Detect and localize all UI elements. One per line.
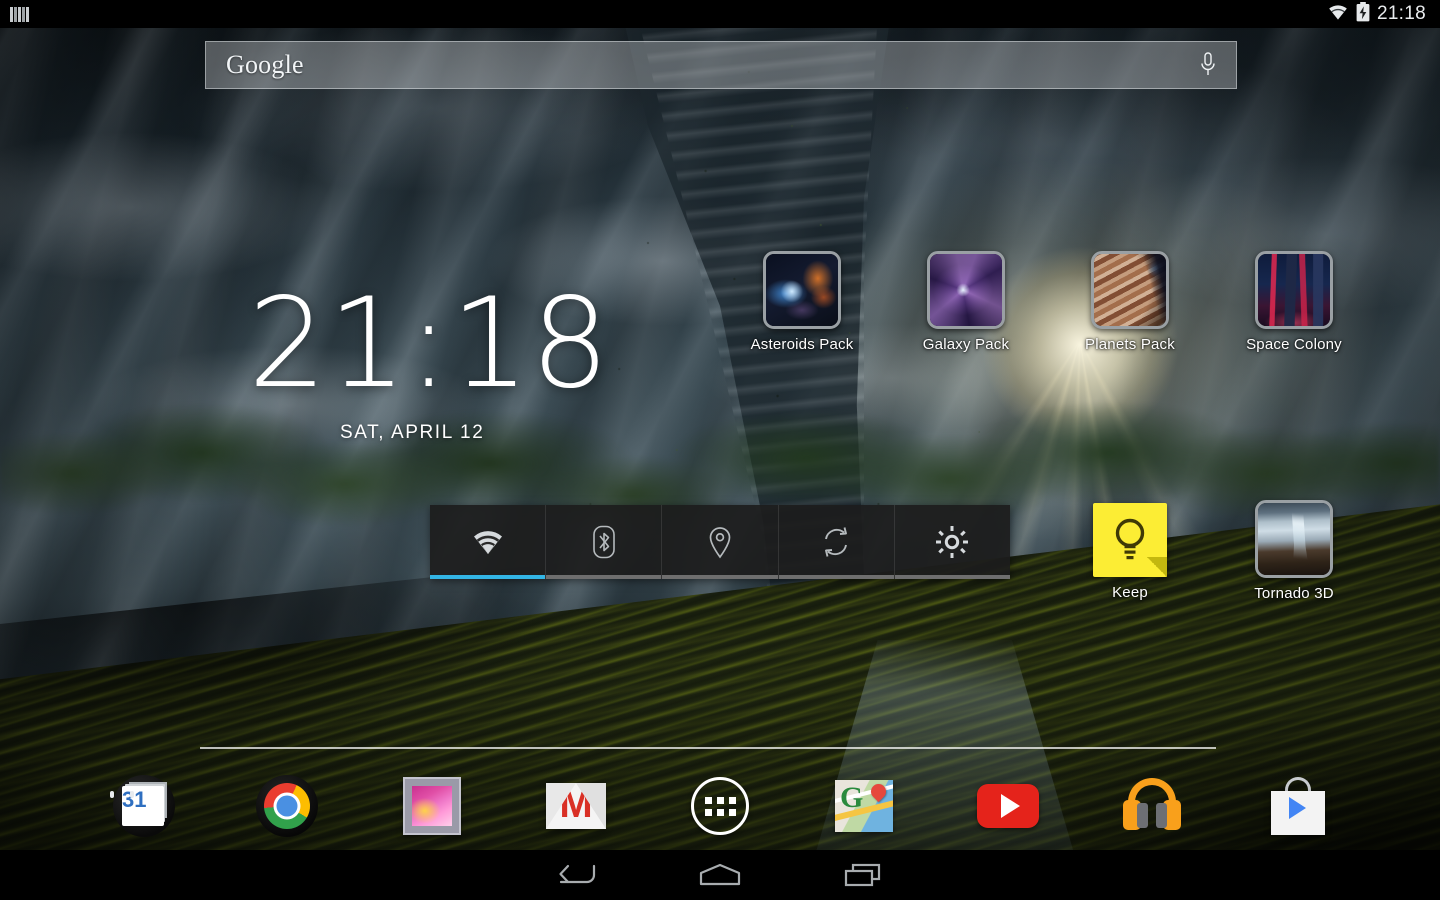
home-icon-galaxy-pack[interactable]: Galaxy Pack	[896, 251, 1036, 353]
dock: 31 M G	[0, 762, 1440, 850]
back-icon	[559, 864, 596, 884]
dock-calendar[interactable]: 31	[108, 770, 180, 842]
nav-back-button[interactable]	[531, 850, 621, 900]
dock-music[interactable]	[1116, 770, 1188, 842]
dock-youtube[interactable]	[972, 770, 1044, 842]
toggle-indicator	[778, 575, 894, 579]
clock-widget-time: 21:18	[248, 272, 611, 416]
recents-icon	[844, 863, 881, 887]
toggle-indicator	[894, 575, 1011, 579]
galaxy-pack-icon	[927, 251, 1005, 329]
wifi-icon	[1327, 3, 1349, 25]
home-icon	[699, 863, 741, 886]
home-icon-asteroids-pack[interactable]: Asteroids Pack	[732, 251, 872, 353]
microphone-icon[interactable]	[1200, 52, 1236, 78]
keep-icon	[1093, 503, 1167, 577]
nav-home-button[interactable]	[675, 850, 765, 900]
toggle-indicator	[546, 575, 662, 579]
home-icon-label: Galaxy Pack	[922, 336, 1010, 353]
home-icon-label: Space Colony	[1246, 336, 1342, 353]
dock-play[interactable]	[1262, 770, 1334, 842]
status-bar-notifications[interactable]	[0, 6, 29, 22]
maps-g-letter: G	[840, 781, 864, 814]
play-store-icon	[1271, 777, 1325, 835]
location-toggle[interactable]	[662, 505, 779, 579]
power-control-widget[interactable]	[430, 505, 1011, 579]
wifi-toggle[interactable]	[430, 505, 547, 579]
toggle-indicator	[430, 575, 546, 579]
bluetooth-icon	[592, 525, 615, 559]
google-search-bar[interactable]: Google	[205, 41, 1237, 89]
home-icon-space-colony[interactable]: Space Colony	[1224, 251, 1364, 353]
gallery-icon	[403, 777, 461, 835]
dock-chrome[interactable]	[251, 770, 323, 842]
home-icon-keep[interactable]: Keep	[1060, 503, 1200, 601]
dock-gmail[interactable]: M	[540, 770, 612, 842]
clock-widget-date: SAT, APRIL 12	[340, 422, 485, 443]
home-icon-tornado-3d[interactable]: Tornado 3D	[1224, 500, 1364, 602]
brightness-toggle[interactable]	[894, 505, 1011, 579]
android-homescreen: 21:18 Google 21:18 SAT, APRIL 12 Asteroi…	[0, 0, 1440, 900]
google-search-label: Google	[226, 50, 304, 79]
maps-icon: G	[835, 780, 893, 832]
asteroids-pack-icon	[763, 251, 841, 329]
sync-icon	[825, 527, 848, 557]
planets-pack-icon	[1091, 251, 1169, 329]
sync-toggle[interactable]	[778, 505, 895, 579]
dock-maps[interactable]: G	[828, 770, 900, 842]
home-icon-label: Asteroids Pack	[750, 336, 854, 353]
youtube-icon	[977, 784, 1039, 828]
brightness-icon	[936, 526, 969, 558]
status-bar[interactable]: 21:18	[0, 0, 1440, 28]
home-icon-label: Tornado 3D	[1254, 585, 1334, 602]
calendar-day: 31	[122, 787, 147, 812]
location-pin-icon	[709, 527, 731, 559]
map-pin-icon	[867, 780, 890, 803]
dock-gallery[interactable]	[396, 770, 468, 842]
toggle-indicator	[662, 575, 778, 579]
space-colony-icon	[1255, 251, 1333, 329]
gmail-icon: M	[546, 783, 606, 829]
status-bar-system-icons[interactable]: 21:18	[1327, 1, 1440, 27]
home-icon-label: Planets Pack	[1085, 336, 1175, 353]
nav-recents-button[interactable]	[819, 850, 909, 900]
calendar-icon: 31	[113, 775, 175, 837]
clock-widget[interactable]: 21:18 SAT, APRIL 12	[248, 282, 610, 444]
chrome-icon	[256, 775, 318, 837]
app-drawer-icon	[691, 777, 749, 835]
notification-bars-icon	[10, 6, 29, 22]
home-icon-planets-pack[interactable]: Planets Pack	[1060, 251, 1200, 353]
battery-charging-icon	[1356, 1, 1370, 27]
headphones-icon	[1121, 778, 1183, 834]
bluetooth-toggle[interactable]	[546, 505, 663, 579]
navigation-bar	[0, 850, 1440, 900]
dock-apps[interactable]	[684, 770, 756, 842]
dock-divider	[200, 747, 1216, 749]
status-bar-clock: 21:18	[1376, 3, 1426, 24]
home-icon-label: Keep	[1112, 584, 1148, 601]
wifi-icon	[473, 531, 502, 554]
tornado-3d-icon	[1255, 500, 1333, 578]
